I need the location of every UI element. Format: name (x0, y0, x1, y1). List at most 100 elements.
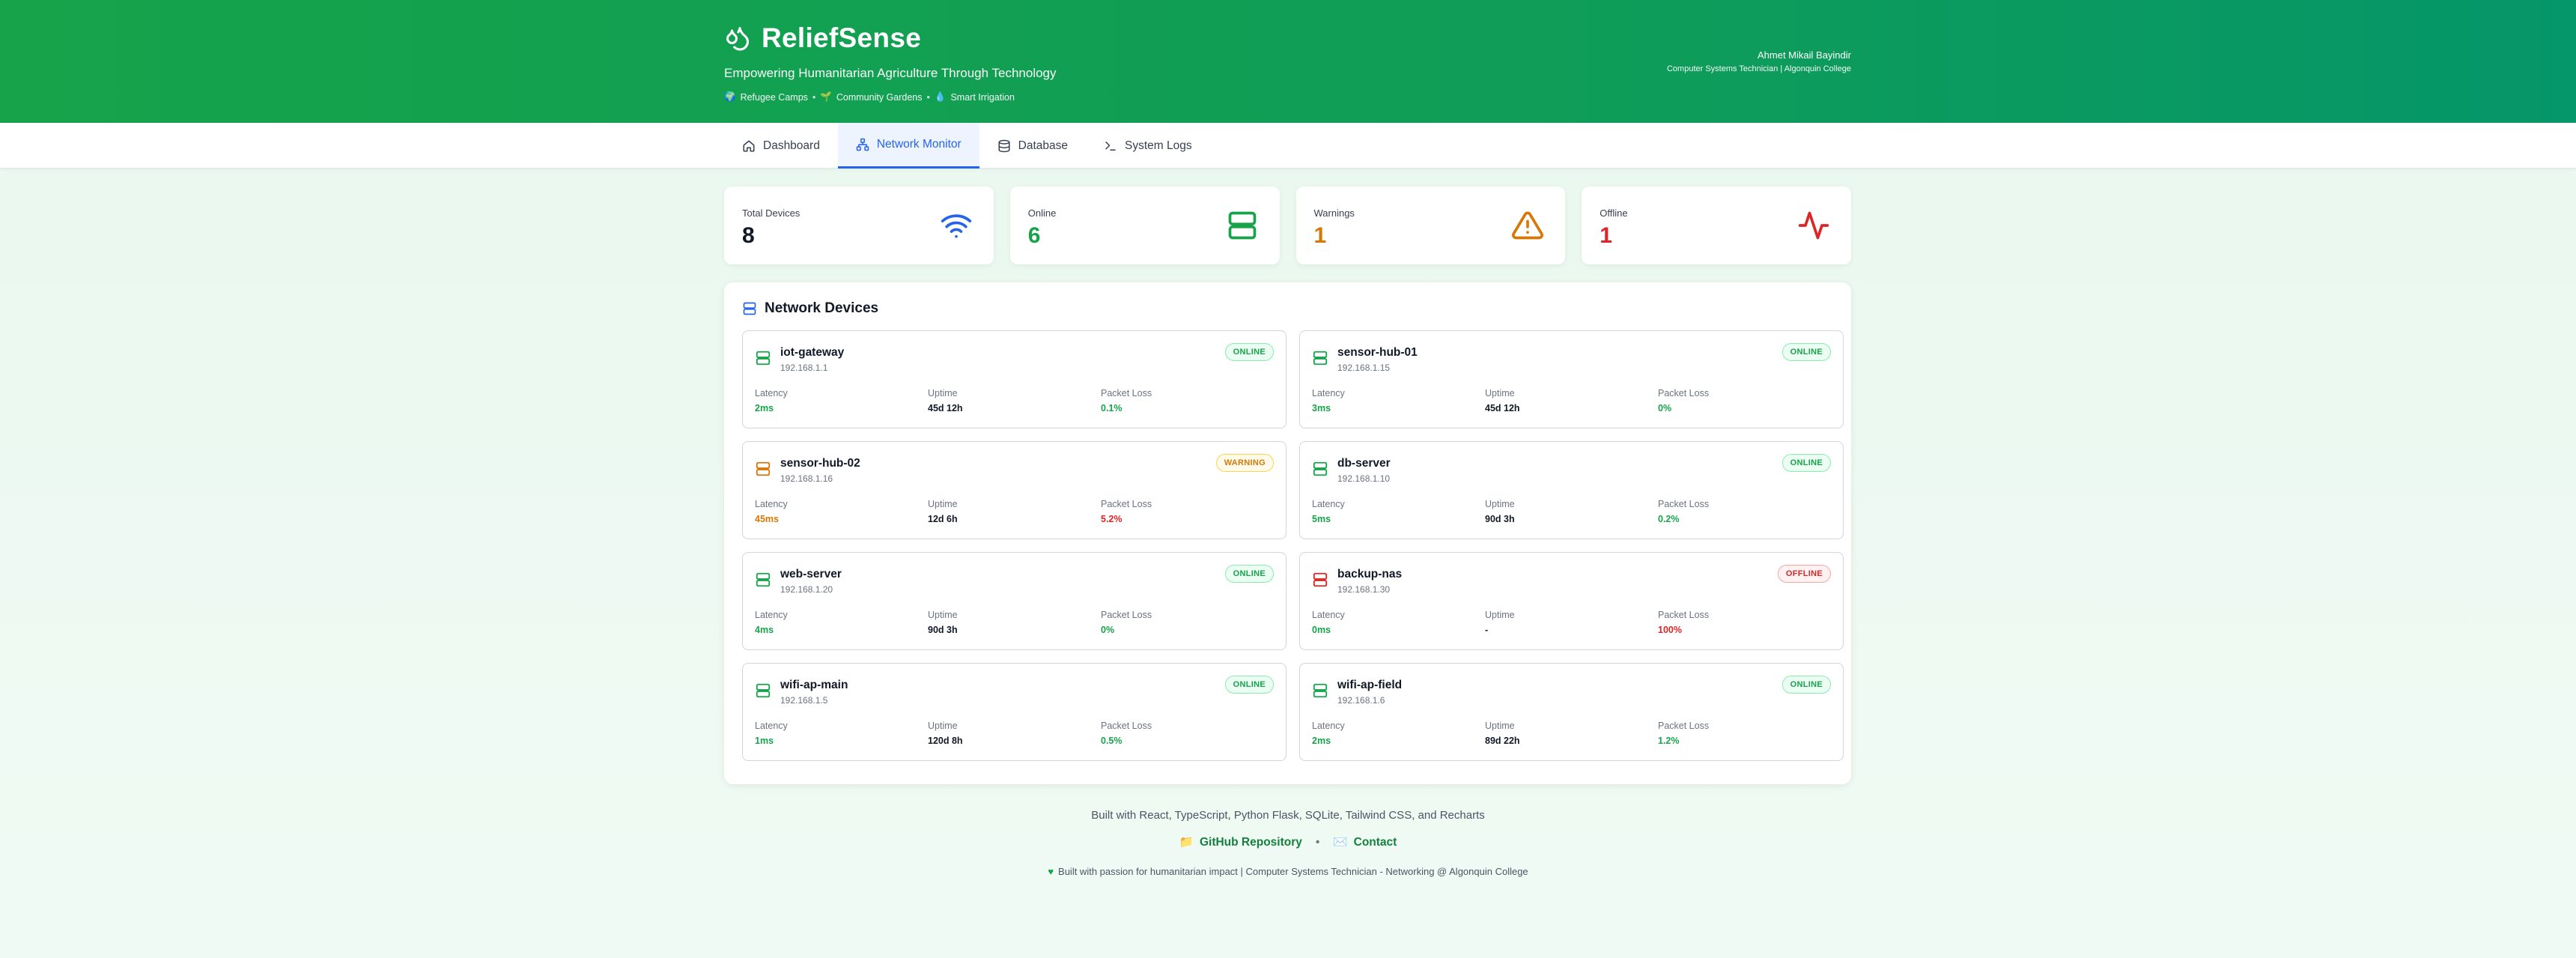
metric-value: 1ms (755, 736, 774, 746)
warning-triangle-icon (1512, 211, 1544, 240)
metric-latency: Latency 2ms (1312, 721, 1485, 746)
device-name: sensor-hub-02 (780, 457, 860, 470)
activity-icon (1798, 211, 1829, 240)
home-icon (743, 140, 755, 151)
server-icon (756, 351, 771, 366)
stat-card-total-devices: Total Devices 8 (724, 187, 994, 264)
device-metrics: Latency 3ms Uptime 45d 12h Packet Loss 0… (1312, 388, 1831, 413)
device-card[interactable]: iot-gateway 192.168.1.1 ONLINE Latency 2… (742, 330, 1287, 428)
stats-row: Total Devices 8 Online 6 Warnings 1 Offl… (724, 187, 1851, 264)
metric-label: Packet Loss (1658, 388, 1710, 398)
status-badge: ONLINE (1781, 676, 1831, 694)
metric-value: 90d 3h (928, 625, 958, 635)
tab-dashboard[interactable]: Dashboard (724, 123, 838, 169)
device-card-header: wifi-ap-field 192.168.1.6 (1312, 679, 1831, 706)
metric-uptime: Uptime 90d 3h (1485, 499, 1658, 524)
server-icon (743, 302, 756, 315)
metric-label: Latency (755, 610, 788, 620)
network-icon (856, 138, 869, 151)
panel-title-text: Network Devices (765, 300, 879, 316)
metric-latency: Latency 45ms (755, 499, 928, 524)
device-card-header: sensor-hub-02 192.168.1.16 (755, 457, 1274, 484)
metric-label: Packet Loss (1658, 499, 1710, 509)
tab-label: Network Monitor (876, 138, 962, 151)
server-icon (1313, 461, 1328, 476)
github-link[interactable]: 📁 GitHub Repository (1179, 835, 1302, 849)
metric-value: 2ms (755, 403, 774, 413)
globe-icon: 🌍 (724, 91, 736, 102)
subtags: 🌍 Refugee Camps • 🌱 Community Gardens • … (724, 91, 1057, 103)
main-content: Total Devices 8 Online 6 Warnings 1 Offl… (724, 187, 1851, 784)
author-block: Ahmet Mikail Bayindir Computer Systems T… (1667, 49, 1851, 73)
device-identity: iot-gateway 192.168.1.1 (780, 346, 844, 373)
device-grid: iot-gateway 192.168.1.1 ONLINE Latency 2… (742, 330, 1844, 761)
device-card[interactable]: web-server 192.168.1.20 ONLINE Latency 4… (742, 552, 1287, 650)
server-icon (756, 683, 771, 698)
nav-tabs: Dashboard Network Monitor Database Syste… (724, 123, 1210, 169)
device-identity: sensor-hub-01 192.168.1.15 (1337, 346, 1418, 373)
device-card-header: sensor-hub-01 192.168.1.15 (1312, 346, 1831, 373)
device-ip: 192.168.1.20 (780, 584, 833, 595)
contact-link[interactable]: ✉️ Contact (1333, 835, 1397, 849)
app-title: ReliefSense (762, 22, 922, 53)
subtag-separator: • (812, 91, 816, 103)
metric-value: 0.2% (1658, 514, 1680, 524)
subtag-separator: • (926, 91, 930, 103)
metric-value: 2ms (1312, 736, 1331, 746)
device-card[interactable]: wifi-ap-main 192.168.1.5 ONLINE Latency … (742, 663, 1287, 761)
metric-label: Latency (1312, 499, 1345, 509)
device-card[interactable]: sensor-hub-01 192.168.1.15 ONLINE Latenc… (1299, 330, 1844, 428)
footer-built-with: Built with React, TypeScript, Python Fla… (1091, 809, 1485, 822)
metric-value: 3ms (1312, 403, 1331, 413)
metric-packet-loss: Packet Loss 1.2% (1658, 721, 1831, 746)
metric-label: Latency (1312, 721, 1345, 731)
device-card-header: wifi-ap-main 192.168.1.5 (755, 679, 1274, 706)
server-icon (1228, 211, 1256, 240)
device-card[interactable]: backup-nas 192.168.1.30 OFFLINE Latency … (1299, 552, 1844, 650)
metric-label: Latency (755, 388, 788, 398)
status-badge: OFFLINE (1777, 565, 1831, 583)
metric-packet-loss: Packet Loss 0.2% (1658, 499, 1831, 524)
droplets-icon (726, 27, 750, 51)
device-card[interactable]: wifi-ap-field 192.168.1.6 ONLINE Latency… (1299, 663, 1844, 761)
metric-value: 4ms (755, 625, 774, 635)
tab-system-logs[interactable]: System Logs (1086, 123, 1210, 169)
device-card[interactable]: sensor-hub-02 192.168.1.16 WARNING Laten… (742, 441, 1287, 539)
device-ip: 192.168.1.16 (780, 473, 833, 484)
device-ip: 192.168.1.10 (1337, 473, 1391, 484)
github-link-label: GitHub Repository (1199, 835, 1302, 849)
device-name: db-server (1337, 457, 1391, 470)
device-identity: web-server 192.168.1.20 (780, 568, 842, 595)
green-heart-icon: ♥ (1048, 866, 1054, 877)
metric-label: Latency (755, 499, 788, 509)
footer-passion-line: ♥ Built with passion for humanitarian im… (1048, 866, 1528, 877)
contact-link-label: Contact (1353, 835, 1397, 849)
metric-packet-loss: Packet Loss 5.2% (1101, 499, 1274, 524)
metric-value: 0% (1101, 625, 1115, 635)
metric-value: - (1485, 625, 1489, 635)
metric-label: Uptime (928, 499, 958, 509)
metric-latency: Latency 1ms (755, 721, 928, 746)
metric-uptime: Uptime 120d 8h (928, 721, 1101, 746)
wifi-icon (941, 214, 971, 238)
tab-network-monitor[interactable]: Network Monitor (837, 123, 979, 169)
metric-label: Latency (1312, 388, 1345, 398)
device-card[interactable]: db-server 192.168.1.10 ONLINE Latency 5m… (1299, 441, 1844, 539)
panel-title: Network Devices (742, 300, 1833, 317)
metric-uptime: Uptime 90d 3h (928, 610, 1101, 635)
metric-value: 0ms (1312, 625, 1331, 635)
mail-icon: ✉️ (1333, 836, 1348, 849)
metric-value: 90d 3h (1485, 514, 1515, 524)
metric-packet-loss: Packet Loss 0% (1101, 610, 1274, 635)
metric-value: 0% (1658, 403, 1672, 413)
subtag-smart-irrigation: Smart Irrigation (950, 91, 1015, 103)
footer-links: 📁 GitHub Repository • ✉️ Contact (0, 835, 2576, 849)
tab-database[interactable]: Database (979, 123, 1086, 169)
device-name: iot-gateway (780, 346, 845, 359)
metric-value: 89d 22h (1485, 736, 1520, 746)
metric-label: Packet Loss (1101, 388, 1152, 398)
app-tagline: Empowering Humanitarian Agriculture Thro… (724, 66, 1057, 80)
app-header: ReliefSense Empowering Humanitarian Agri… (0, 0, 2576, 123)
status-badge: ONLINE (1781, 454, 1831, 472)
device-identity: backup-nas 192.168.1.30 (1337, 568, 1402, 595)
